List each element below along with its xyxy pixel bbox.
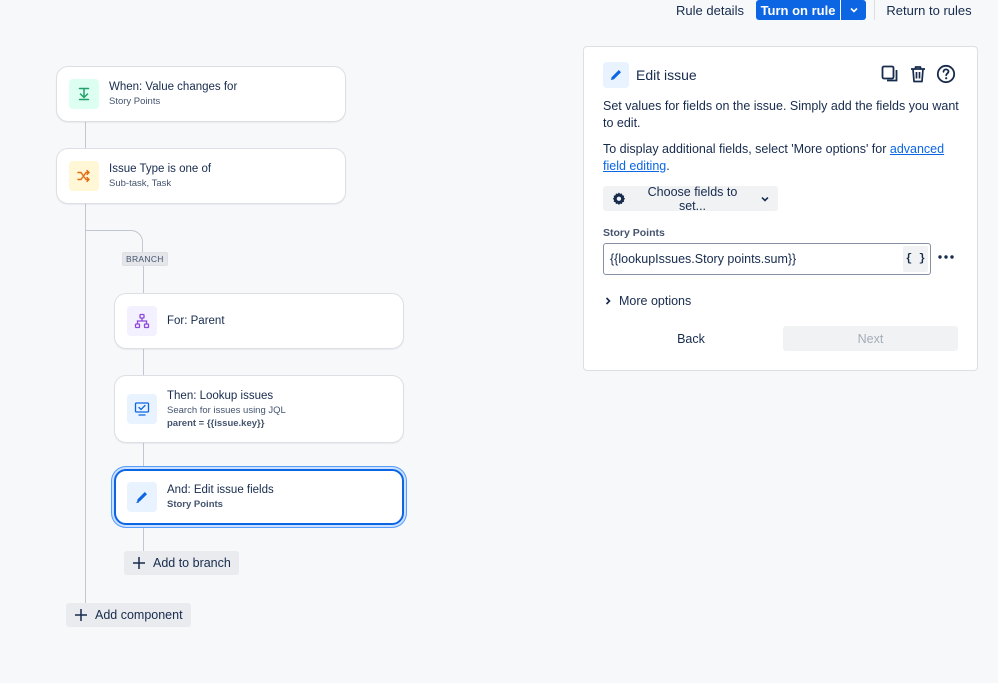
hierarchy-icon [134,313,150,329]
lookup-jql: parent = {{issue.key}} [167,417,265,429]
branch-texts: For: Parent [167,314,225,329]
plus-icon [133,557,145,569]
condition-texts: Issue Type is one of Sub-task, Task [109,162,211,190]
add-component-label: Add component [95,608,183,622]
next-button[interactable]: Next [783,326,958,351]
branch-icon-box [127,306,157,336]
value-changes-icon [78,87,90,101]
add-component-button[interactable]: Add component [66,603,191,627]
edit-icon-box [127,482,157,512]
edit-title: And: Edit issue fields [167,484,274,496]
lookup-card[interactable]: Then: Lookup issues Search for issues us… [114,375,404,443]
connector-branch-curve [85,230,143,252]
help-icon [936,64,956,84]
chevron-down-icon [761,196,769,202]
pencil-icon [136,492,147,503]
panel-additional-fields-info: To display additional fields, select 'Mo… [603,141,968,174]
lookup-icon-box [127,394,157,424]
branch-title: For: Parent [167,314,225,327]
turn-on-dropdown-button[interactable] [841,0,866,20]
divider [874,0,875,20]
duplicate-button[interactable] [879,63,901,85]
story-points-input[interactable] [604,244,896,274]
field-more-actions-button[interactable] [936,250,956,264]
more-horizontal-icon [938,255,954,259]
more-options-toggle[interactable]: More options [603,294,691,308]
panel-description: Set values for fields on the issue. Simp… [603,99,959,130]
choose-fields-label: Choose fields to set... [647,184,738,213]
edit-subtitle: Story Points [167,499,223,510]
lookup-title: Then: Lookup issues [167,389,274,402]
trigger-title: When: Value changes for [109,81,238,93]
top-bar: Rule details Turn on rule Return to rule… [0,0,998,22]
info-suffix: . [666,158,670,173]
condition-card[interactable]: Issue Type is one of Sub-task, Task [56,148,346,204]
rule-details-button[interactable]: Rule details [668,0,752,20]
trash-icon [911,66,925,83]
more-options-label: More options [619,294,692,308]
plus-icon [75,609,87,621]
turn-on-rule-button[interactable]: Turn on rule [756,0,840,20]
chevron-right-icon [605,297,611,305]
panel-icon-box [603,62,629,88]
trigger-subtitle: Story Points [109,96,161,107]
trigger-texts: When: Value changes for Story Points [109,80,237,108]
edit-texts: And: Edit issue fields Story Points [167,483,274,511]
smart-value-button[interactable]: { } [903,246,928,272]
lookup-icon [134,402,150,416]
story-points-label: Story Points [603,227,665,239]
return-to-rules-button[interactable]: Return to rules [882,0,976,20]
help-button[interactable] [935,63,957,85]
story-points-field: { } [603,243,931,275]
pencil-icon [611,70,621,80]
choose-fields-button[interactable]: Choose fields to set... [603,184,778,213]
condition-icon-box [69,161,99,191]
info-prefix: To display additional fields, select 'Mo… [603,142,890,156]
back-button[interactable]: Back [603,326,779,351]
copy-icon [881,65,898,82]
add-to-branch-button[interactable]: Add to branch [124,551,239,575]
condition-title: Issue Type is one of [109,163,212,175]
add-to-branch-label: Add to branch [153,556,231,570]
trigger-icon-box [69,79,99,109]
chevron-down-icon [849,7,858,13]
trigger-card[interactable]: When: Value changes for Story Points [56,66,346,122]
lookup-texts: Then: Lookup issues Search for issues us… [167,389,286,430]
panel-title: Edit issue [636,67,697,83]
gear-icon [612,192,626,205]
shuffle-icon [77,169,90,183]
edit-issue-panel: Edit issue Set values for fields on the … [583,46,978,371]
branch-card[interactable]: For: Parent [114,293,404,349]
panel-actions [879,63,957,85]
branch-label: BRANCH [122,252,168,266]
lookup-subtitle: Search for issues using JQL [167,404,286,416]
condition-subtitle: Sub-task, Task [109,178,172,189]
edit-fields-card[interactable]: And: Edit issue fields Story Points [114,469,404,525]
delete-button[interactable] [907,63,929,85]
